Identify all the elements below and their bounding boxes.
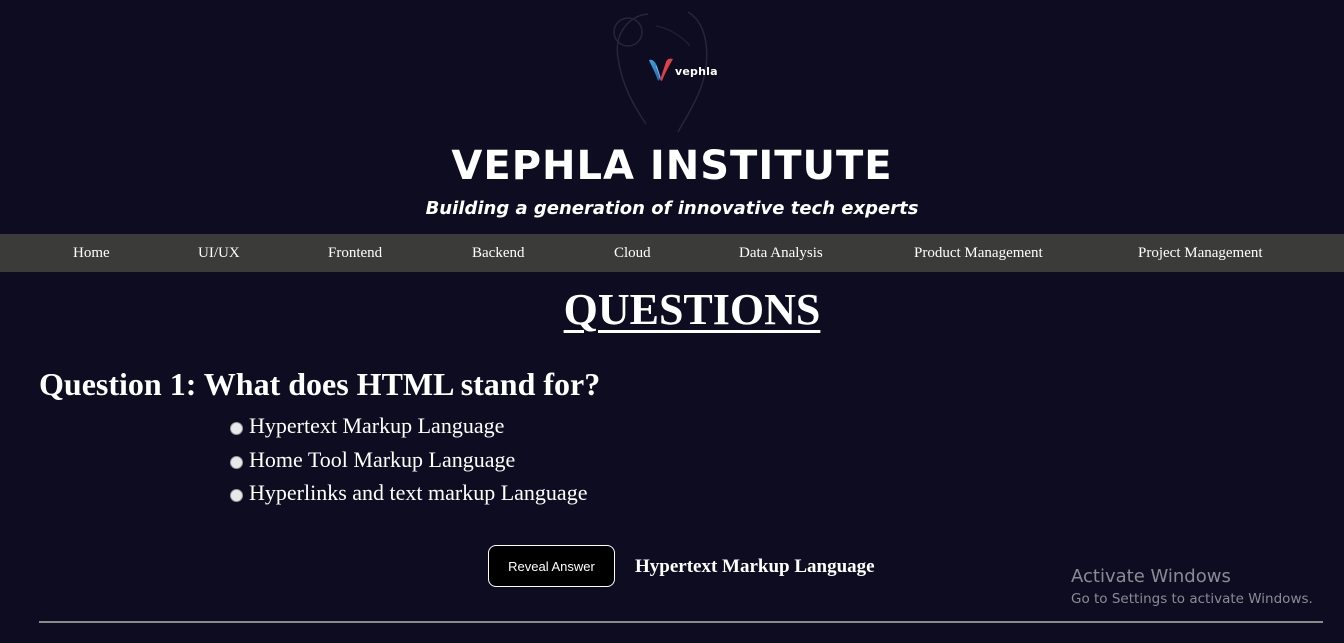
reveal-answer-button[interactable]: Reveal Answer [488,545,615,587]
watermark-subtitle: Go to Settings to activate Windows. [1071,591,1313,607]
site-header: vephla VEPHLA INSTITUTE Building a gener… [0,0,1344,234]
option-3-label: Hyperlinks and text markup Language [249,480,588,505]
site-tagline: Building a generation of innovative tech… [425,198,919,219]
option-1[interactable]: Hypertext Markup Language [230,411,504,441]
nav-item-backend[interactable]: Backend [472,234,524,272]
option-2[interactable]: Home Tool Markup Language [230,445,515,475]
vephla-logo-icon [649,58,673,81]
logo-text: vephla [675,65,718,78]
nav-item-cloud[interactable]: Cloud [614,234,651,272]
page: vephla VEPHLA INSTITUTE Building a gener… [0,0,1344,643]
divider [39,621,1323,623]
option-3[interactable]: Hyperlinks and text markup Language [230,478,587,508]
logo[interactable]: vephla [608,6,718,136]
nav-item-product-management[interactable]: Product Management [914,234,1043,272]
answer-text: Hypertext Markup Language [635,556,875,577]
option-3-radio[interactable] [230,488,243,502]
site-title: VEPHLA INSTITUTE [451,143,893,189]
nav-item-data-analysis[interactable]: Data Analysis [739,234,823,272]
nav-item-frontend[interactable]: Frontend [328,234,382,272]
nav-item-project-management[interactable]: Project Management [1138,234,1263,272]
option-1-label: Hypertext Markup Language [249,413,505,438]
option-2-radio[interactable] [230,455,243,469]
question-1-text: Question 1: What does HTML stand for? [39,366,601,402]
nav-item-ui-ux[interactable]: UI/UX [198,234,240,272]
option-2-label: Home Tool Markup Language [249,447,516,472]
windows-activation-watermark: Activate Windows Go to Settings to activ… [1071,566,1313,607]
main-nav: Home UI/UX Frontend Backend Cloud Data A… [0,234,1344,272]
nav-item-home[interactable]: Home [73,234,110,272]
questions-heading: QUESTIONS [563,285,821,334]
option-1-radio[interactable] [230,421,243,435]
watermark-title: Activate Windows [1071,566,1231,587]
